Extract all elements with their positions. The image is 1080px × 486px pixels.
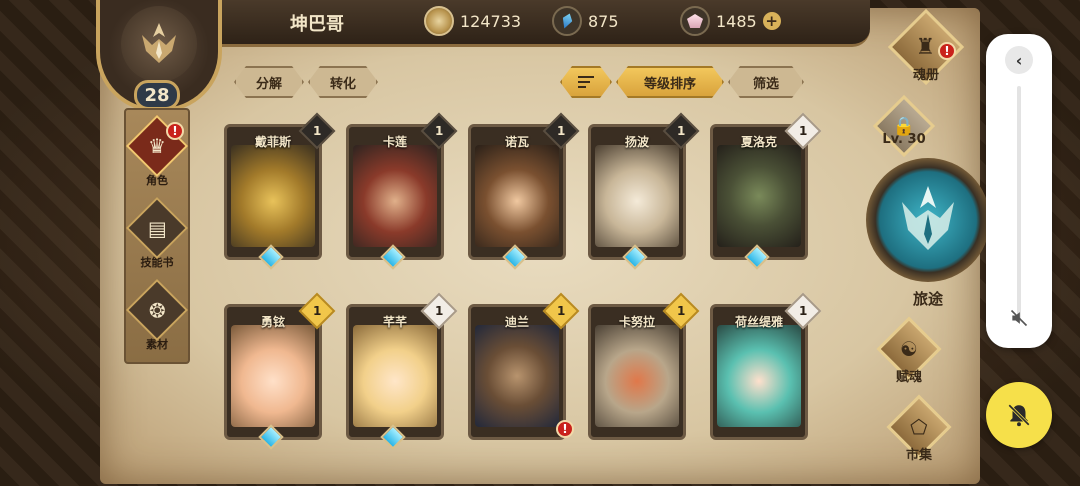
locked-feature-button[interactable]: 🔒 Lv. 30 bbox=[862, 94, 946, 158]
convert-button[interactable]: 转化 bbox=[308, 66, 378, 98]
alert-badge: ! bbox=[166, 122, 184, 140]
sort-icon bbox=[578, 76, 594, 88]
hero-portrait bbox=[475, 325, 559, 427]
coin-counter: 124733 bbox=[424, 6, 521, 36]
gem-amount: 1485 bbox=[716, 11, 757, 31]
market-button[interactable]: ⬠ 市集 bbox=[884, 394, 954, 464]
hero-portrait bbox=[475, 145, 559, 247]
player-level: 28 bbox=[134, 80, 180, 110]
skill-book-icon: ▤ bbox=[147, 216, 167, 240]
gem-icon bbox=[680, 6, 710, 36]
soul-book-icon: ♜ bbox=[916, 34, 936, 60]
chevron-left-icon[interactable]: ‹ bbox=[1005, 46, 1033, 74]
hero-card[interactable]: 卡努拉 1 bbox=[588, 292, 700, 444]
hero-card[interactable]: 荷丝缇雅 1 bbox=[710, 292, 822, 444]
gem-counter: 1485 + bbox=[680, 6, 781, 36]
filter-button[interactable]: 筛选 bbox=[728, 66, 804, 98]
nav-material[interactable]: ❂ 素材 bbox=[125, 278, 189, 356]
hero-card[interactable]: 戴菲斯 1 bbox=[224, 112, 336, 270]
character-icon: ♛ bbox=[148, 134, 166, 158]
volume-slider[interactable] bbox=[1017, 86, 1021, 322]
alert-badge: ! bbox=[556, 420, 574, 438]
talent-button[interactable]: ☯ 赋魂 bbox=[874, 316, 944, 386]
hero-card[interactable]: 迪兰 1 ! bbox=[468, 292, 580, 444]
username: 坤巴哥 bbox=[290, 14, 344, 35]
soul-book-label: 魂册 bbox=[912, 68, 939, 83]
hero-card[interactable]: 诺瓦 1 bbox=[468, 112, 580, 270]
bell-off-icon[interactable] bbox=[986, 382, 1052, 448]
mute-icon[interactable] bbox=[1007, 306, 1031, 330]
hero-portrait bbox=[353, 145, 437, 247]
alert-badge: ! bbox=[938, 42, 956, 60]
hero-card[interactable]: 夏洛克 1 bbox=[710, 112, 822, 270]
flame-icon: ☯ bbox=[900, 337, 918, 361]
market-icon: ⬠ bbox=[910, 414, 928, 439]
nav-skill-book[interactable]: ▤ 技能书 bbox=[125, 196, 189, 274]
hero-card[interactable]: 勇铉 1 bbox=[224, 292, 336, 450]
hero-portrait bbox=[353, 325, 437, 427]
market-label: 市集 bbox=[905, 448, 932, 463]
coin-icon bbox=[424, 6, 454, 36]
crystal-icon bbox=[552, 6, 582, 36]
soul-book-button[interactable]: ♜ 魂册 ! bbox=[886, 8, 966, 90]
talent-label: 赋魂 bbox=[895, 370, 922, 385]
hero-portrait bbox=[595, 145, 679, 247]
crystal-amount: 875 bbox=[588, 11, 619, 31]
level-sort-button[interactable]: 等级排序 bbox=[616, 66, 724, 98]
decompose-button[interactable]: 分解 bbox=[234, 66, 304, 98]
lock-level-label: Lv. 30 bbox=[882, 132, 926, 147]
hero-portrait bbox=[231, 145, 315, 247]
volume-panel: ‹ bbox=[986, 34, 1052, 348]
hero-portrait bbox=[231, 325, 315, 427]
hero-card[interactable]: 卡莲 1 bbox=[346, 112, 458, 270]
nav-character[interactable]: ♛ 角色 ! bbox=[125, 114, 189, 192]
hero-portrait bbox=[717, 325, 801, 427]
hero-card[interactable]: 扬波 1 bbox=[588, 112, 700, 270]
hero-portrait bbox=[595, 325, 679, 427]
hero-portrait bbox=[717, 145, 801, 247]
plus-icon[interactable]: + bbox=[762, 12, 781, 30]
emblem-crest-icon bbox=[121, 6, 197, 82]
journey-label: 旅途 bbox=[912, 290, 943, 308]
journey-button[interactable]: 旅途 bbox=[866, 158, 990, 318]
coin-amount: 124733 bbox=[460, 11, 522, 31]
journey-emblem-icon bbox=[866, 158, 990, 282]
hero-card[interactable]: 芊芊 1 bbox=[346, 292, 458, 450]
crystal-counter: 875 bbox=[552, 6, 619, 36]
material-icon: ❂ bbox=[148, 297, 166, 322]
left-nav: ♛ 角色 ! ▤ 技能书 ❂ 素材 bbox=[124, 108, 190, 364]
